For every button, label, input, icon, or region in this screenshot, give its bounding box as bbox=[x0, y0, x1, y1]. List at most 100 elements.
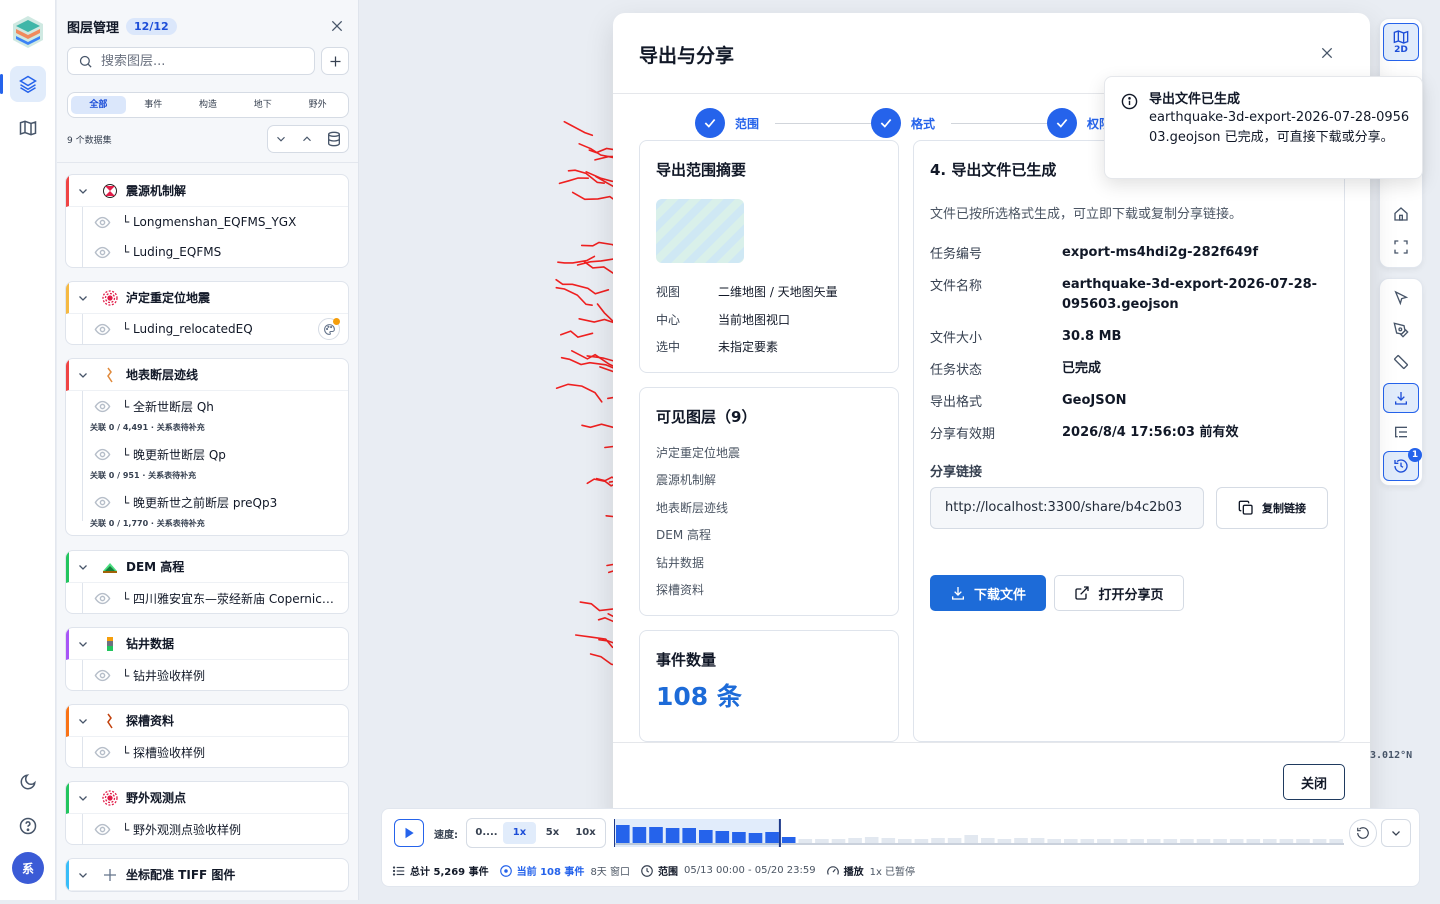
eye-icon[interactable] bbox=[94, 667, 111, 684]
chevron-down-icon[interactable] bbox=[77, 369, 89, 381]
layer-group-header[interactable]: 地表断层迹线 bbox=[66, 359, 348, 391]
layer-row[interactable]: └ 钻井验收样例 bbox=[66, 660, 348, 690]
map-nav-button[interactable] bbox=[10, 110, 46, 146]
download-file-button[interactable]: 下载文件 bbox=[930, 575, 1046, 611]
eye-icon[interactable] bbox=[94, 744, 111, 761]
step-permission[interactable]: 权限 bbox=[1047, 108, 1111, 138]
measure-tool-button[interactable] bbox=[1383, 347, 1419, 377]
histogram-bar bbox=[997, 839, 1012, 843]
history-tool-button[interactable]: 1 bbox=[1383, 448, 1422, 481]
draw-tool-button[interactable] bbox=[1383, 315, 1419, 345]
tab-field[interactable]: 野外 bbox=[290, 96, 345, 114]
chevron-down-icon[interactable] bbox=[77, 792, 89, 804]
layer-category-tabs: 全部 事件 构造 地下 野外 bbox=[67, 92, 349, 118]
database-icon[interactable] bbox=[326, 131, 342, 147]
layer-group-name: 野外观测点 bbox=[126, 791, 187, 805]
dialog-close-button[interactable] bbox=[1317, 43, 1337, 63]
layer-group-header[interactable]: 坐标配准 TIFF 图件 bbox=[66, 859, 348, 891]
layer-name: └ 钻井验收样例 bbox=[122, 668, 206, 683]
layer-group: 坐标配准 TIFF 图件 bbox=[65, 858, 349, 892]
open-share-page-button[interactable]: 打开分享页 bbox=[1054, 575, 1184, 611]
tab-events[interactable]: 事件 bbox=[126, 96, 181, 114]
window-start-handle[interactable] bbox=[614, 819, 615, 847]
step-range[interactable]: 范围 bbox=[695, 108, 759, 138]
step-format[interactable]: 格式 bbox=[871, 108, 935, 138]
total-events: 总计 5,269 事件 bbox=[410, 867, 489, 878]
eye-icon[interactable] bbox=[94, 244, 111, 261]
layer-style-button[interactable] bbox=[318, 318, 340, 340]
layer-row[interactable]: └ Luding_EQFMS bbox=[66, 237, 348, 267]
layer-row[interactable]: └ 晚更新世断层 Qp bbox=[66, 439, 348, 469]
home-view-button[interactable] bbox=[1383, 199, 1419, 229]
tab-structure[interactable]: 构造 bbox=[181, 96, 236, 114]
layer-group-header[interactable]: 野外观测点 bbox=[66, 782, 348, 814]
layer-group-header[interactable]: 探槽资料 bbox=[66, 705, 348, 737]
eye-icon[interactable] bbox=[94, 494, 111, 511]
expand-all-icon[interactable] bbox=[274, 132, 288, 146]
external-link-icon bbox=[1075, 586, 1090, 600]
tab-all[interactable]: 全部 bbox=[71, 96, 126, 114]
chevron-down-icon[interactable] bbox=[77, 561, 89, 573]
chevron-down-icon[interactable] bbox=[77, 292, 89, 304]
chevron-down-icon[interactable] bbox=[77, 638, 89, 650]
user-avatar[interactable]: 系 bbox=[12, 852, 44, 884]
info-value: GeoJSON bbox=[1062, 393, 1127, 408]
layer-row[interactable]: └ Longmenshan_EQFMS_YGX bbox=[66, 207, 348, 237]
eye-icon[interactable] bbox=[94, 821, 111, 838]
add-layer-button[interactable] bbox=[321, 47, 349, 75]
window-end-handle[interactable] bbox=[778, 819, 781, 847]
info-key: 分享有效期 bbox=[930, 427, 996, 442]
app-logo[interactable] bbox=[10, 14, 46, 50]
eye-icon[interactable] bbox=[94, 398, 111, 415]
layers-nav-button[interactable] bbox=[0, 66, 46, 102]
theme-toggle-button[interactable] bbox=[10, 764, 46, 800]
layer-row[interactable]: └ 探槽验收样例 bbox=[66, 737, 348, 767]
eye-icon[interactable] bbox=[94, 590, 111, 607]
chevron-down-icon[interactable] bbox=[77, 185, 89, 197]
layer-row[interactable]: └ 野外观测点验收样例 bbox=[66, 814, 348, 844]
close-panel-button[interactable] bbox=[326, 15, 348, 37]
export-tool-button[interactable] bbox=[1383, 383, 1419, 413]
reset-timeline-button[interactable] bbox=[1349, 819, 1377, 847]
eye-icon[interactable] bbox=[94, 446, 111, 463]
layer-search-input[interactable] bbox=[101, 53, 301, 69]
tab-subsurface[interactable]: 地下 bbox=[235, 96, 290, 114]
help-button[interactable] bbox=[10, 808, 46, 844]
speed-option[interactable]: 0.... bbox=[470, 822, 503, 844]
layer-row[interactable]: └ 四川雅安宜东—荥经新庙 Copernicu... bbox=[66, 583, 348, 613]
speed-option[interactable]: 10x bbox=[569, 822, 602, 844]
gauge-icon bbox=[826, 865, 839, 875]
playback-label: 播放 bbox=[843, 867, 864, 878]
layer-group-header[interactable]: 泸定重定位地震 bbox=[66, 282, 348, 314]
chevron-down-icon[interactable] bbox=[77, 869, 89, 881]
layer-group-header[interactable]: DEM 高程 bbox=[66, 551, 348, 583]
layer-name: └ 四川雅安宜东—荥经新庙 Copernicu... bbox=[122, 591, 334, 606]
eye-icon[interactable] bbox=[94, 321, 111, 338]
dialog-title: 导出与分享 bbox=[639, 45, 735, 67]
layer-row[interactable]: └ 晚更新世之前断层 preQp3 bbox=[66, 487, 348, 517]
collapse-all-icon[interactable] bbox=[300, 132, 314, 146]
eye-icon[interactable] bbox=[94, 214, 111, 231]
speed-option[interactable]: 5x bbox=[536, 822, 569, 844]
layer-row[interactable]: └ 全新世断层 Qh bbox=[66, 391, 348, 421]
legend-tool-button[interactable] bbox=[1383, 417, 1419, 447]
fullscreen-button[interactable] bbox=[1383, 232, 1419, 262]
close-dialog-button[interactable]: 关闭 bbox=[1283, 764, 1345, 800]
layer-name: └ 全新世断层 Qh bbox=[122, 399, 214, 414]
pen-icon bbox=[1393, 322, 1409, 338]
select-tool-button[interactable] bbox=[1383, 283, 1419, 313]
copy-link-button[interactable]: 复制链接 bbox=[1216, 487, 1328, 529]
timeline-collapse-button[interactable] bbox=[1381, 819, 1411, 847]
layer-row[interactable]: └ Luding_relocatedEQ bbox=[66, 314, 348, 344]
play-button[interactable] bbox=[394, 819, 424, 847]
chevron-down-icon[interactable] bbox=[77, 715, 89, 727]
histogram-bar bbox=[1130, 839, 1144, 843]
share-url-field[interactable]: http://localhost:3300/share/b4c2b03 bbox=[930, 487, 1204, 529]
layer-group-header[interactable]: 钻井数据 bbox=[66, 628, 348, 660]
view-mode-2d-button[interactable]: 2D bbox=[1383, 23, 1419, 61]
speed-option[interactable]: 1x bbox=[503, 822, 536, 844]
layer-group-header[interactable]: 震源机制解 bbox=[66, 175, 348, 207]
event-histogram[interactable] bbox=[614, 819, 1344, 847]
step-label: 格式 bbox=[911, 116, 936, 131]
window-size: 8天 窗口 bbox=[590, 867, 630, 878]
